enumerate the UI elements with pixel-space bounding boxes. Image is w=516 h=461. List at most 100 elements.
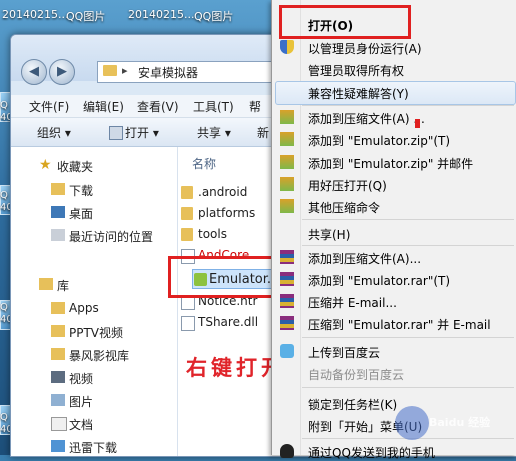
haozip-icon (280, 177, 294, 191)
menu-separator (302, 105, 514, 106)
file-row[interactable]: .android (181, 185, 248, 199)
menu-item-compress-rar-email[interactable]: 压缩到 "Emulator.rar" 并 E-mail (308, 316, 491, 333)
column-header-name[interactable]: 名称 (192, 155, 216, 172)
menu-separator (302, 245, 514, 246)
menu-item-other-compress[interactable]: 其他压缩命令 (308, 199, 380, 216)
folder-icon (51, 302, 65, 314)
nav-item-videos[interactable]: 视频 (69, 370, 93, 387)
nav-item-apps[interactable]: Apps (69, 301, 99, 315)
menu-item-take-ownership[interactable]: 管理员取得所有权 (308, 62, 404, 79)
watermark-text: Baidu 经验 (429, 416, 491, 429)
nav-libraries[interactable]: 库 (57, 277, 69, 294)
folder-icon (181, 228, 193, 241)
baidu-paw-icon (395, 406, 429, 440)
documents-library-icon (51, 417, 67, 431)
file-name: tools (198, 227, 227, 241)
file-name: TShare.dll (198, 315, 259, 329)
context-menu: 打开(O) 以管理员身份运行(A) 管理员取得所有权 兼容性疑难解答(Y) 添加… (271, 0, 516, 460)
desktop-icon (51, 206, 65, 218)
nav-item-pptv[interactable]: PPTV视频 (69, 324, 123, 341)
menu-item-pin-taskbar[interactable]: 锁定到任务栏(K) (308, 396, 397, 413)
file-row[interactable]: tools (181, 227, 227, 241)
breadcrumb[interactable]: 安卓模拟器 (138, 64, 198, 81)
nav-item-desktop[interactable]: 桌面 (69, 205, 93, 222)
menu-item-add-zip-email[interactable]: 添加到 "Emulator.zip" 并邮件 (308, 155, 473, 172)
pictures-library-icon (51, 394, 65, 406)
annotation-marker (415, 119, 420, 128)
menu-gutter (300, 0, 301, 455)
menu-view[interactable]: 查看(V) (137, 98, 179, 115)
share-button[interactable]: 共享 ▾ (197, 124, 231, 141)
video-library-icon (51, 371, 65, 383)
menu-separator (302, 387, 514, 388)
desktop-icon-label[interactable]: 20140215... (128, 8, 194, 21)
back-arrow-icon[interactable]: ◀ (21, 59, 47, 85)
menu-tools[interactable]: 工具(T) (193, 98, 234, 115)
winrar-icon (280, 294, 294, 308)
menu-help[interactable]: 帮 (249, 98, 261, 115)
nav-item-documents[interactable]: 文档 (69, 416, 93, 433)
xunlei-icon (51, 440, 65, 452)
winrar-icon (280, 316, 294, 330)
nav-item-downloads[interactable]: 下载 (69, 182, 93, 199)
folder-icon (103, 65, 117, 76)
desktop-icon-label[interactable]: 20140215... (2, 8, 68, 21)
menu-item-compress-email[interactable]: 压缩并 E-mail... (308, 294, 397, 311)
file-name: platforms (198, 206, 256, 220)
menu-separator (302, 219, 514, 220)
menu-item-send-qq[interactable]: 通过QQ发送到我的手机 (308, 444, 435, 461)
dll-file-icon (181, 316, 195, 331)
folder-icon (181, 207, 193, 220)
menu-item-auto-backup-baidu[interactable]: 自动备份到百度云 (308, 366, 404, 383)
menu-item-run-as-admin[interactable]: 以管理员身份运行(A) (308, 40, 422, 57)
menu-separator (302, 337, 514, 338)
menu-item-open-haozip[interactable]: 用好压打开(Q) (308, 177, 387, 194)
nav-item-pictures[interactable]: 图片 (69, 393, 93, 410)
forward-arrow-icon[interactable]: ▶ (49, 59, 75, 85)
menu-item-add-rar[interactable]: 添加到 "Emulator.rar"(T) (308, 272, 450, 289)
menu-item-upload-baidu[interactable]: 上传到百度云 (308, 344, 380, 361)
file-row[interactable]: TShare.dll (181, 315, 259, 331)
haozip-icon (280, 110, 294, 124)
recent-places-icon (51, 229, 65, 241)
nav-item-baofeng[interactable]: 暴风影视库 (69, 347, 129, 364)
haozip-icon (280, 155, 294, 169)
menu-item-share[interactable]: 共享(H) (308, 226, 350, 243)
annotation-highlight-file (168, 256, 283, 298)
nav-item-recent[interactable]: 最近访问的位置 (69, 228, 153, 245)
folder-icon (181, 186, 193, 199)
new-folder-button[interactable]: 新 (257, 124, 269, 141)
folder-icon (51, 348, 65, 360)
desktop-edge-label: Q (0, 100, 8, 111)
menu-item-add-archive[interactable]: 添加到压缩文件(A) ... (308, 110, 425, 127)
open-icon (109, 126, 123, 140)
desktop-icon-label[interactable]: QQ图片 (194, 8, 233, 24)
desktop-icon-label[interactable]: QQ图片 (66, 8, 105, 24)
menu-item-rar-add-archive[interactable]: 添加到压缩文件(A)... (308, 250, 421, 267)
menu-item-compat-troubleshoot[interactable]: 兼容性疑难解答(Y) (308, 85, 409, 102)
folder-icon (51, 325, 65, 337)
file-name: .android (198, 185, 248, 199)
haozip-icon (280, 132, 294, 146)
nav-favorites[interactable]: 收藏夹 (57, 158, 93, 175)
qq-icon (280, 444, 294, 458)
library-icon (39, 278, 53, 290)
shield-icon (280, 40, 294, 54)
navigation-pane: ★ 收藏夹 下载 桌面 最近访问的位置 库 Apps PPTV视频 暴风影视库 … (11, 147, 178, 456)
desktop-edge-label: Q (0, 412, 8, 423)
download-folder-icon (51, 183, 65, 195)
breadcrumb-separator-icon[interactable]: ▸ (122, 64, 128, 77)
menu-item-add-zip[interactable]: 添加到 "Emulator.zip"(T) (308, 132, 450, 149)
file-row[interactable]: platforms (181, 206, 256, 220)
open-button[interactable]: 打开 ▾ (125, 124, 159, 141)
menu-edit[interactable]: 编辑(E) (83, 98, 124, 115)
star-icon: ★ (39, 157, 52, 173)
organize-button[interactable]: 组织 ▾ (37, 124, 71, 141)
desktop-edge-label: Q (0, 302, 8, 313)
menu-file[interactable]: 文件(F) (29, 98, 69, 115)
haozip-icon (280, 199, 294, 213)
baidu-cloud-icon (280, 344, 294, 358)
watermark: Baidu 经验 (395, 402, 513, 446)
winrar-icon (280, 272, 294, 286)
nav-item-xunlei[interactable]: 迅雷下载 (69, 439, 117, 456)
